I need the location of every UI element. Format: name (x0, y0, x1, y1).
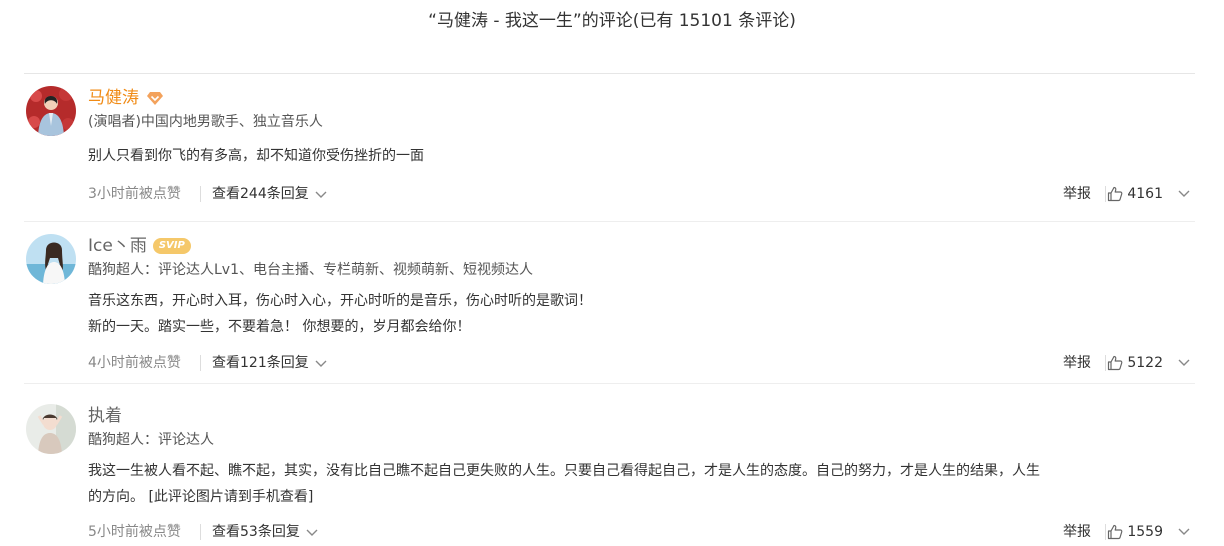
view-replies-label: 查看53条回复 (212, 524, 300, 540)
view-replies-label: 查看244条回复 (212, 186, 309, 202)
like-button[interactable]: 5122 (1107, 352, 1163, 374)
comment-item: 执着 酷狗超人：评论达人 我这一生被人看不起、瞧不起，其实，没有比自己瞧不起自己… (24, 404, 1195, 546)
avatar[interactable] (26, 86, 76, 136)
divider (200, 186, 201, 202)
view-replies-label: 查看121条回复 (212, 355, 309, 371)
divider (1105, 524, 1106, 540)
like-time: 3小时前被点赞 (88, 186, 181, 202)
comment-footer: 3小时前被点赞 查看244条回复 举报 4161 (88, 183, 1195, 205)
username[interactable]: 马健涛 (88, 86, 139, 110)
like-count: 4161 (1127, 186, 1163, 202)
like-time: 5小时前被点赞 (88, 524, 181, 540)
like-time: 4小时前被点赞 (88, 355, 181, 371)
divider (200, 355, 201, 371)
user-title: 酷狗超人：评论达人 (88, 432, 214, 448)
more-chevron-icon[interactable] (1177, 185, 1191, 207)
diamond-icon (146, 89, 164, 107)
content-line: 的方向。 [此评论图片请到手机查看] (88, 489, 314, 505)
content-line: 别人只看到你飞的有多高，却不知道你受伤挫折的一面 (88, 148, 424, 164)
thumbs-up-icon (1108, 186, 1123, 202)
chevron-down-icon (315, 360, 327, 367)
page-title: “马健涛 - 我这一生”的评论(已有 15101 条评论) (428, 11, 796, 31)
report-button[interactable]: 举报 (1063, 352, 1091, 374)
user-title: (演唱者)中国内地男歌手、独立音乐人 (88, 114, 323, 130)
content-line: 新的一天。踏实一些，不要着急！ 你想要的，岁月都会给你！ (88, 319, 471, 335)
thumbs-up-icon (1108, 355, 1123, 371)
comment-divider (24, 383, 1195, 384)
comment-footer: 4小时前被点赞 查看121条回复 举报 5122 (88, 352, 1195, 374)
content-line: 音乐这东西，开心时入耳，伤心时入心，开心时听的是音乐，伤心时听的是歌词！ (88, 293, 592, 309)
more-chevron-icon[interactable] (1177, 354, 1191, 376)
avatar[interactable] (26, 404, 76, 454)
comment-item: 马健涛 (演唱者)中国内地男歌手、独立音乐人 别人只看到你飞的有多高，却不知道你… (24, 86, 1195, 222)
view-replies-button[interactable]: 查看53条回复 (212, 521, 318, 543)
divider (1105, 355, 1106, 371)
view-replies-button[interactable]: 查看244条回复 (212, 183, 327, 205)
like-button[interactable]: 1559 (1107, 521, 1163, 543)
comment-item: Ice丶雨 SVIP 酷狗超人：评论达人Lv1、电台主播、专栏萌新、视频萌新、短… (24, 234, 1195, 384)
like-count: 5122 (1127, 355, 1163, 371)
report-button[interactable]: 举报 (1063, 183, 1091, 205)
comment-footer: 5小时前被点赞 查看53条回复 举报 1559 (88, 521, 1195, 543)
content-line: 我这一生被人看不起、瞧不起，其实，没有比自己瞧不起自己更失败的人生。只要自己看得… (88, 463, 1040, 479)
chevron-down-icon (306, 529, 318, 536)
comment-divider (24, 221, 1195, 222)
avatar[interactable] (26, 234, 76, 284)
header-divider (24, 73, 1195, 74)
divider (1105, 186, 1106, 202)
chevron-down-icon (315, 191, 327, 198)
report-button[interactable]: 举报 (1063, 521, 1091, 543)
divider (200, 524, 201, 540)
more-chevron-icon[interactable] (1177, 523, 1191, 545)
user-title: 酷狗超人：评论达人Lv1、电台主播、专栏萌新、视频萌新、短视频达人 (88, 262, 533, 278)
thumbs-up-icon (1108, 524, 1123, 540)
username[interactable]: Ice丶雨 (88, 234, 147, 258)
username[interactable]: 执着 (88, 404, 122, 428)
comment-content: 别人只看到你飞的有多高，却不知道你受伤挫折的一面 (88, 143, 1192, 169)
comment-content: 音乐这东西，开心时入耳，伤心时入心，开心时听的是音乐，伤心时听的是歌词！ 新的一… (88, 288, 1192, 340)
comment-content: 我这一生被人看不起、瞧不起，其实，没有比自己瞧不起自己更失败的人生。只要自己看得… (88, 458, 1192, 510)
like-button[interactable]: 4161 (1107, 183, 1163, 205)
like-count: 1559 (1127, 524, 1163, 540)
view-replies-button[interactable]: 查看121条回复 (212, 352, 327, 374)
svip-badge: SVIP (152, 238, 191, 254)
